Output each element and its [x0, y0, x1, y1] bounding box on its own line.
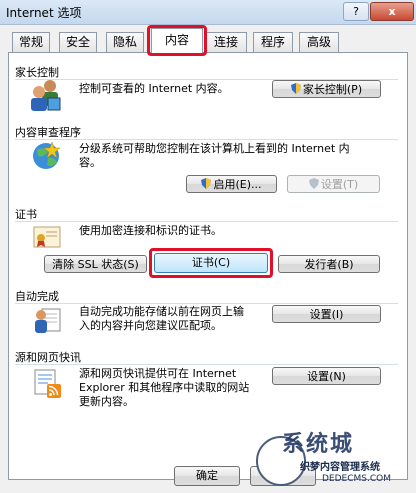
feeds-rss-icon	[34, 369, 61, 398]
advisor-settings-button[interactable]: 设置(T)	[287, 175, 380, 193]
certificates-description: 使用加密连接和标识的证书。	[79, 224, 222, 237]
autocomplete-settings-button[interactable]: 设置(I)	[272, 305, 381, 323]
watermark-subtitle: 织梦内容管理系统	[300, 462, 380, 473]
tab-highlight-box	[147, 25, 207, 56]
tab-privacy[interactable]: 隐私	[106, 32, 144, 52]
help-button[interactable]: ?	[343, 2, 369, 21]
clear-ssl-state-button[interactable]: 清除 SSL 状态(S)	[44, 255, 147, 273]
parental-controls-label: 家长控制(P)	[302, 83, 363, 96]
section-divider	[15, 139, 398, 140]
tab-security[interactable]: 安全	[59, 32, 97, 52]
parental-description: 控制可查看的 Internet 内容。	[79, 82, 229, 95]
advisor-description-line2: 容。	[79, 156, 101, 169]
watermark-url: DEDECMS.COM	[322, 474, 391, 484]
uac-shield-icon	[290, 83, 301, 94]
section-divider	[15, 221, 398, 222]
close-button[interactable]: x	[370, 2, 414, 21]
section-divider	[15, 364, 398, 365]
tab-general[interactable]: 常规	[12, 32, 50, 52]
ok-button[interactable]: 确定	[174, 466, 240, 486]
advisor-settings-label: 设置(T)	[320, 178, 359, 191]
autocomplete-section-title: 自动完成	[15, 290, 59, 303]
feeds-section-title: 源和网页快讯	[15, 351, 81, 364]
title-bar: Internet 选项 ? x	[0, 0, 416, 25]
advisor-globe-icon	[33, 141, 61, 169]
autocomplete-form-icon	[35, 308, 61, 333]
tab-advanced[interactable]: 高级	[299, 32, 339, 52]
window-title: Internet 选项	[6, 6, 82, 20]
watermark-brand: 系统城	[282, 432, 355, 457]
advisor-description-line1: 分级系统可帮助您控制在该计算机上看到的 Internet 内	[79, 142, 350, 155]
parental-controls-button[interactable]: 家长控制(P)	[272, 80, 381, 98]
tab-programs[interactable]: 程序	[253, 32, 293, 52]
feeds-description-line2: Explorer 和其他程序中读取的网站	[79, 381, 250, 394]
advisor-section-title: 内容审查程序	[15, 126, 81, 139]
section-divider	[15, 303, 398, 304]
uac-shield-icon	[308, 178, 319, 189]
autocomplete-description-line1: 自动完成功能存储以前在网页上输	[79, 305, 244, 318]
parental-users-icon	[31, 80, 61, 111]
publishers-button[interactable]: 发行者(B)	[278, 255, 380, 273]
autocomplete-description-line2: 入的内容并向您建议匹配项。	[79, 319, 222, 332]
tab-connections[interactable]: 连接	[205, 32, 247, 52]
uac-shield-icon	[201, 178, 212, 189]
certificates-highlight-box	[149, 248, 273, 278]
advisor-enable-button[interactable]: 启用(E)...	[186, 175, 277, 193]
certificate-icon	[33, 226, 61, 248]
feeds-description-line3: 更新内容。	[79, 395, 134, 408]
advisor-enable-label: 启用(E)...	[213, 178, 262, 191]
feeds-description-line1: 源和网页快讯提供可在 Internet	[79, 367, 237, 380]
certificates-section-title: 证书	[15, 208, 37, 221]
feeds-settings-button[interactable]: 设置(N)	[272, 367, 381, 385]
